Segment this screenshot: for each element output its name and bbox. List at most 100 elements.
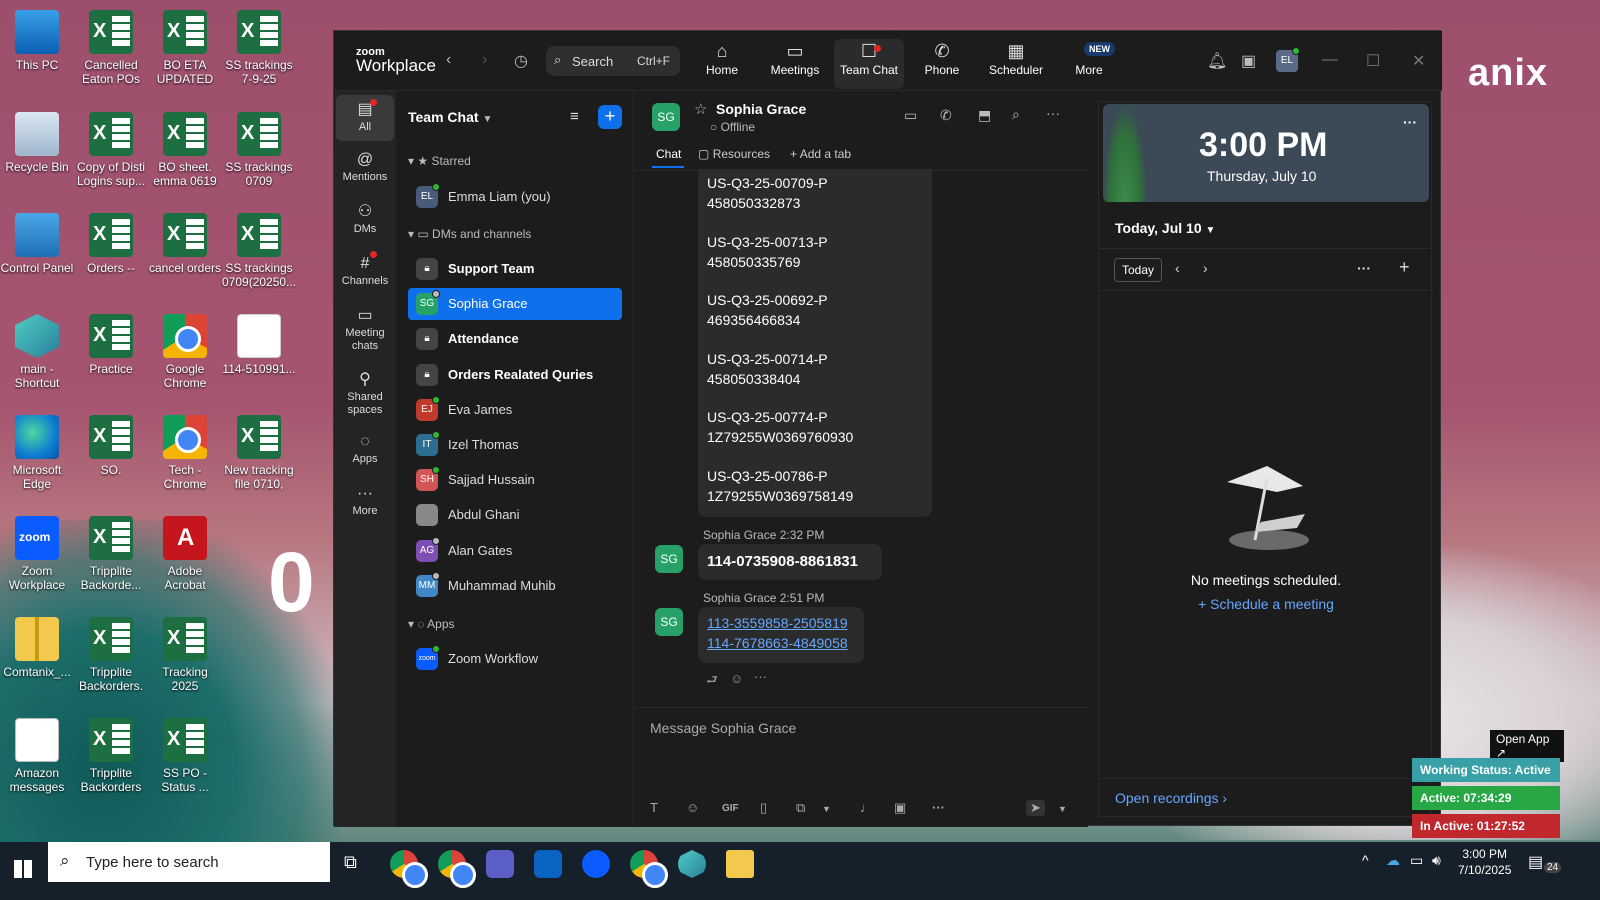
nav-scheduler[interactable]: ▦ Scheduler	[981, 39, 1051, 89]
network-icon[interactable]: ▭	[1410, 852, 1423, 869]
more-options-icon[interactable]: ···	[1403, 114, 1417, 130]
desktop-shortcut[interactable]: Tripplite Backorders	[74, 718, 148, 794]
dm-item[interactable]: EJ Eva James	[408, 394, 622, 426]
composer-input[interactable]: Message Sophia Grace	[650, 720, 796, 736]
chrome-taskbar-icon[interactable]	[630, 850, 668, 888]
rail-mentions[interactable]: @ Mentions	[336, 149, 394, 184]
list-item[interactable]: zoom Zoom Workflow	[408, 643, 622, 675]
desktop-shortcut[interactable]: Orders --	[74, 213, 148, 275]
desktop-shortcut[interactable]: Adobe Acrobat	[148, 516, 222, 592]
rail-shared-spaces[interactable]: ⚲ Shared spaces	[336, 369, 394, 417]
nav-phone[interactable]: ✆ Phone	[907, 39, 977, 89]
next-day-icon[interactable]: ›	[1203, 260, 1208, 276]
desktop-shortcut[interactable]: Zoom Workplace	[0, 516, 74, 592]
chevron-down-icon[interactable]: ▼	[1058, 804, 1067, 814]
system-clock[interactable]: 3:00 PM 7/10/2025	[1458, 846, 1511, 878]
minimize-icon[interactable]: —	[1322, 51, 1338, 69]
dm-item[interactable]: IT Izel Thomas	[408, 429, 622, 461]
desktop-shortcut[interactable]: Google Chrome	[148, 314, 222, 390]
nav-team-chat[interactable]: ☐ Team Chat	[834, 39, 904, 89]
tab-resources[interactable]: ▢ Resources	[698, 147, 770, 161]
section-apps[interactable]: ▾ ◌ Apps	[408, 617, 455, 631]
phone-call-icon[interactable]: ✆	[940, 107, 952, 124]
list-header[interactable]: Team Chat ▼	[408, 109, 492, 125]
tab-add[interactable]: + Add a tab	[790, 147, 851, 161]
bell-icon[interactable]: 🔔︎	[1207, 51, 1227, 71]
desktop-shortcut[interactable]: Recycle Bin	[0, 112, 74, 174]
calendar-date-picker[interactable]: Today, Jul 10 ▼	[1115, 220, 1215, 236]
desktop-shortcut[interactable]: BO ETA UPDATED	[148, 10, 222, 86]
file-icon[interactable]: ▯	[760, 800, 767, 816]
desktop-shortcut[interactable]: Cancelled Eaton POs	[74, 10, 148, 86]
windows-start-icon[interactable]	[14, 860, 32, 878]
dm-item[interactable]: Abdul Ghani	[408, 499, 622, 531]
zoom-taskbar-icon[interactable]	[582, 850, 610, 878]
desktop-shortcut[interactable]: Tripplite Backorde...	[74, 516, 148, 592]
dm-item[interactable]: SG Sophia Grace	[408, 288, 622, 321]
share-screen-icon[interactable]: ⬒	[978, 107, 991, 124]
section-dms[interactable]: ▾ ▭ DMs and channels	[408, 227, 531, 241]
desktop-shortcut[interactable]: SS trackings 0709	[222, 112, 296, 188]
desktop-shortcut[interactable]: Amazon messages	[0, 718, 74, 794]
channel-item[interactable]: 🔒︎ Attendance	[408, 323, 622, 355]
desktop-shortcut[interactable]: Comtanix_...	[0, 617, 74, 679]
more-options-icon[interactable]: ···	[1046, 105, 1060, 121]
schedule-meeting-link[interactable]: + Schedule a meeting	[1099, 596, 1433, 612]
message-composer[interactable]: Message Sophia Grace T ☺ GIF ▯ ⧉ ▼ ♩ ▣ ·…	[634, 707, 1088, 827]
chrome-taskbar-icon[interactable]	[438, 850, 476, 888]
reply-icon[interactable]: ⮐	[706, 671, 718, 693]
open-recordings-link[interactable]: Open recordings ›	[1115, 790, 1227, 806]
file-explorer-taskbar-icon[interactable]	[726, 850, 754, 878]
search-input[interactable]: ⌕ Search Ctrl+F	[546, 46, 680, 76]
desktop-shortcut[interactable]: SS trackings 0709(20250...	[222, 213, 296, 289]
video-call-icon[interactable]: ▭	[904, 107, 917, 124]
channel-item[interactable]: 🔒︎ Orders Realated Quries	[408, 359, 622, 391]
rail-dms[interactable]: ⚇ DMs	[336, 201, 394, 236]
onedrive-icon[interactable]: ☁	[1386, 852, 1400, 869]
volume-icon[interactable]: 🔊︎	[1432, 852, 1441, 869]
history-icon[interactable]: ◷	[514, 51, 528, 71]
search-icon[interactable]: ⌕	[1012, 106, 1020, 123]
desktop-shortcut[interactable]: Microsoft Edge	[0, 415, 74, 491]
desktop-shortcut[interactable]: main - Shortcut	[0, 314, 74, 390]
desktop-shortcut[interactable]: cancel orders	[148, 213, 222, 275]
teams-taskbar-icon[interactable]	[486, 850, 514, 878]
rail-more[interactable]: ··· More	[336, 483, 394, 518]
chevron-up-icon[interactable]: ^	[1362, 852, 1369, 868]
app-taskbar-icon[interactable]	[678, 850, 706, 878]
desktop-shortcut[interactable]: This PC	[0, 10, 74, 72]
rail-all[interactable]: ▤ All	[336, 95, 394, 141]
video-message-icon[interactable]: ▣	[894, 800, 906, 816]
desktop-shortcut[interactable]: SO.	[74, 415, 148, 477]
dm-item[interactable]: MM Muhammad Muhib	[408, 570, 622, 602]
dm-item[interactable]: AG Alan Gates	[408, 535, 622, 567]
desktop-shortcut[interactable]: Control Panel	[0, 213, 74, 275]
dm-item[interactable]: SH Sajjad Hussain	[408, 464, 622, 496]
emoji-icon[interactable]: ☺	[686, 800, 699, 815]
task-view-icon[interactable]: ⧉	[344, 852, 357, 873]
forward-icon[interactable]: ›	[482, 51, 487, 69]
microphone-icon[interactable]: ♩	[860, 800, 873, 815]
list-item[interactable]: EL Emma Liam (you)	[408, 181, 622, 213]
channel-item[interactable]: 🔒︎ Support Team	[408, 253, 622, 285]
nav-home[interactable]: ⌂ Home	[687, 39, 757, 89]
desktop-shortcut[interactable]: Practice	[74, 314, 148, 376]
desktop-shortcut[interactable]: 114-510991...	[222, 314, 296, 376]
desktop-shortcut[interactable]: BO sheet. emma 0619	[148, 112, 222, 188]
filter-icon[interactable]: ≡	[570, 108, 579, 125]
section-starred[interactable]: ▾ ★ Starred	[408, 154, 471, 168]
back-icon[interactable]: ‹	[446, 51, 451, 69]
add-event-icon[interactable]: +	[1399, 257, 1410, 278]
chrome-taskbar-icon[interactable]	[390, 850, 428, 888]
desktop-shortcut[interactable]: New tracking file 0710,	[222, 415, 296, 491]
send-icon[interactable]: ➤	[1026, 800, 1045, 816]
screenshot-icon[interactable]: ⧉	[796, 800, 805, 816]
order-link[interactable]: 114-7678663-4849058	[707, 635, 848, 651]
desktop-shortcut[interactable]: SS trackings 7-9-25	[222, 10, 296, 86]
maximize-icon[interactable]: ☐	[1366, 51, 1380, 71]
close-icon[interactable]: ✕	[1412, 51, 1425, 71]
today-button[interactable]: Today	[1114, 258, 1162, 282]
rail-channels[interactable]: # Channels	[336, 253, 394, 288]
taskbar-search[interactable]: ⌕ Type here to search	[48, 842, 330, 882]
text-format-icon[interactable]: T	[650, 800, 658, 815]
